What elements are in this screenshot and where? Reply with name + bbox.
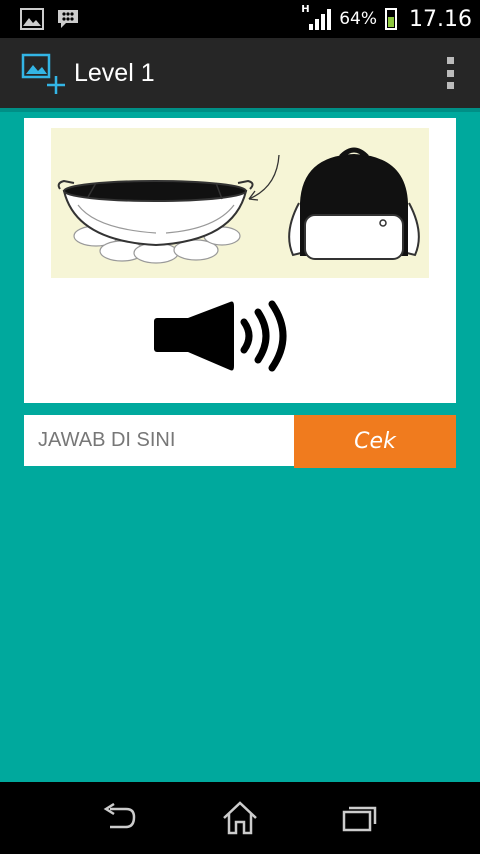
puzzle-picture: [51, 128, 429, 278]
network-type: H: [301, 4, 310, 15]
recent-apps-icon: [342, 806, 377, 832]
back-icon: [103, 803, 136, 829]
home-button[interactable]: [215, 798, 265, 838]
clock: 17.16: [409, 6, 472, 32]
battery-icon: [385, 8, 398, 30]
wok-icon: [57, 179, 254, 264]
speaker-icon[interactable]: [152, 300, 302, 372]
backpack-icon: [288, 147, 420, 260]
action-bar: Level 1: [0, 38, 480, 108]
back-button[interactable]: [95, 798, 145, 838]
check-button[interactable]: Cek: [294, 415, 456, 468]
overflow-menu-icon[interactable]: [438, 53, 462, 93]
gallery-notification-icon: [20, 8, 44, 30]
add-image-icon[interactable]: [20, 50, 66, 96]
home-icon: [223, 801, 257, 835]
bbm-notification-icon: [58, 10, 78, 28]
puzzle-card: [24, 118, 456, 403]
recent-apps-button[interactable]: [335, 798, 385, 838]
system-icons: H 64% 17.16: [301, 4, 472, 32]
battery-percent: 64%: [339, 9, 378, 29]
status-bar: H 64% 17.16: [0, 0, 480, 38]
notification-icons: [20, 8, 80, 30]
page-title: Level 1: [74, 58, 155, 87]
action-bar-divider: [0, 108, 480, 112]
answer-input[interactable]: [24, 415, 294, 466]
navigation-bar: [0, 782, 480, 854]
signal-icon: H: [301, 4, 332, 30]
answer-row: Cek: [24, 415, 456, 468]
